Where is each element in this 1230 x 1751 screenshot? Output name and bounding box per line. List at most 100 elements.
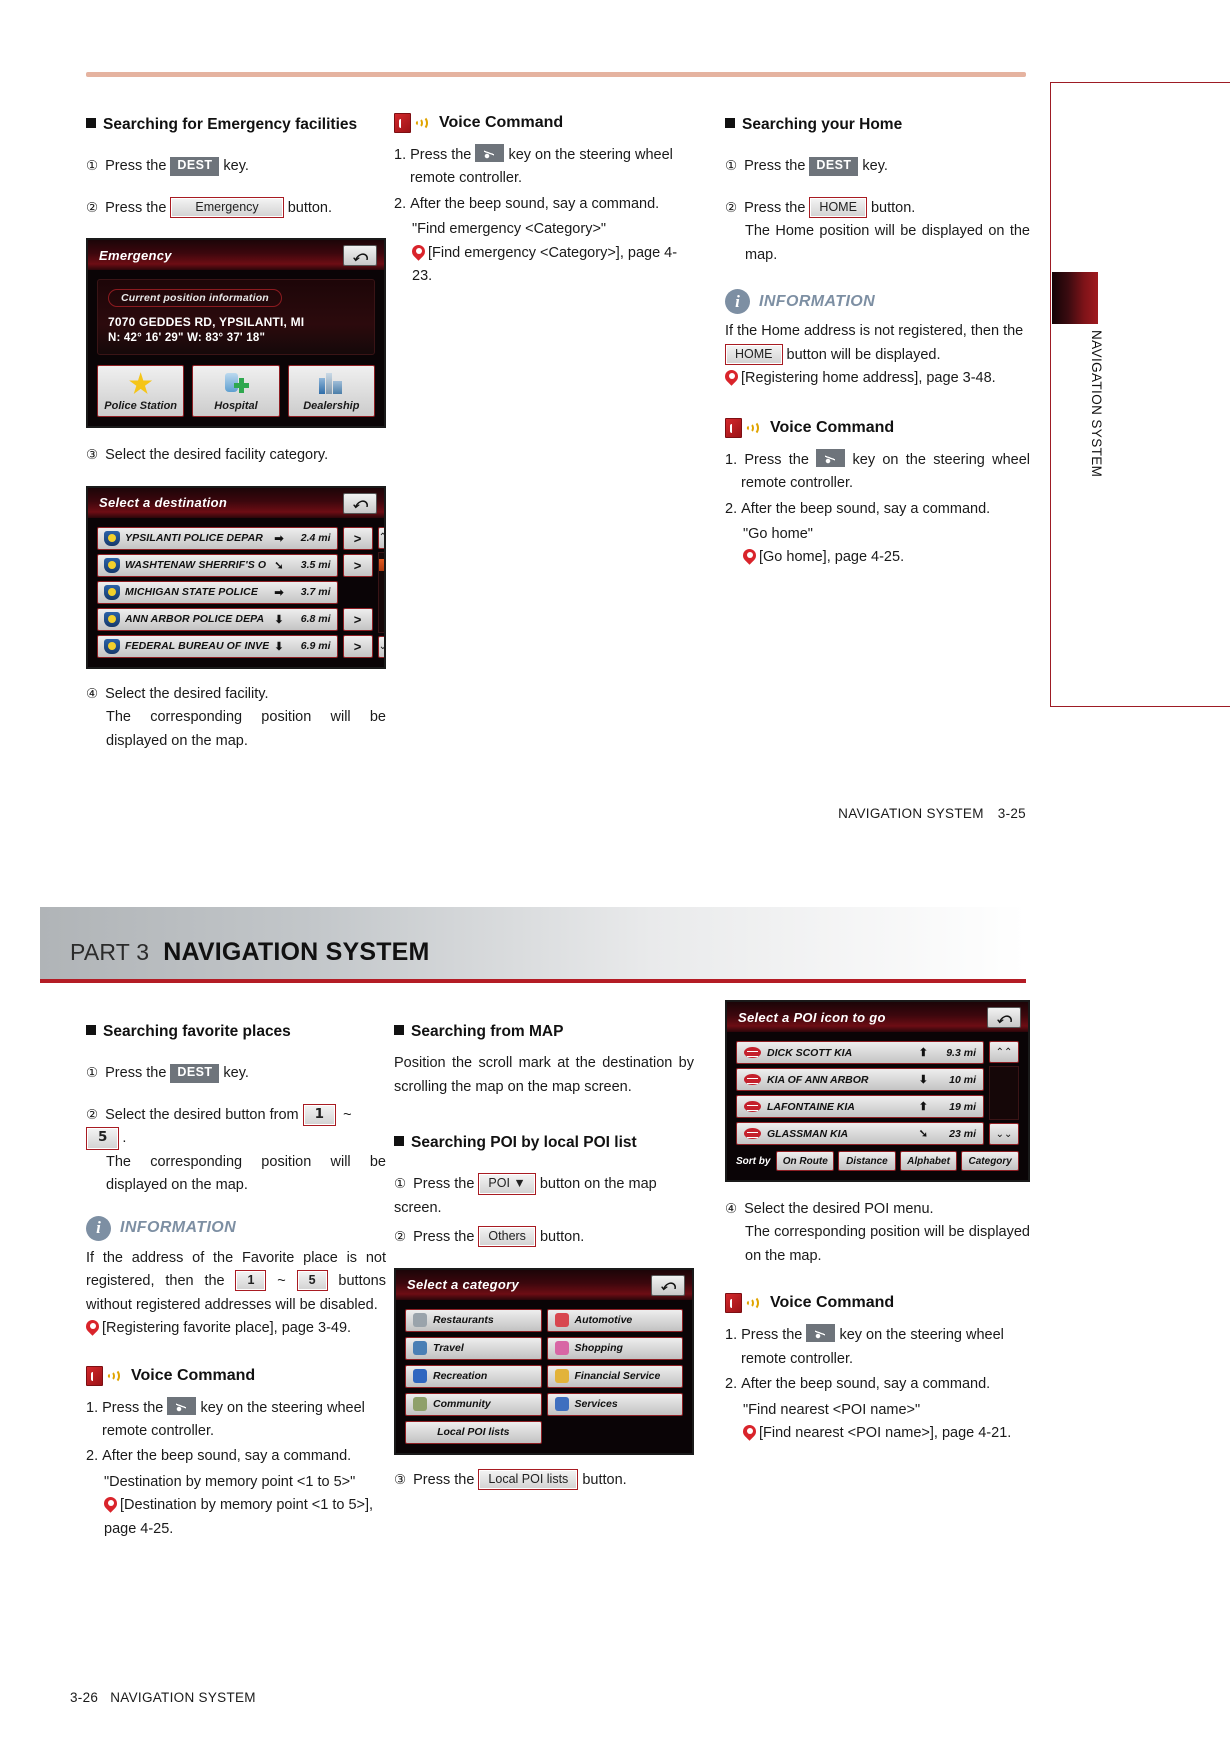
destination-item[interactable]: YPSILANTI POLICE DEPAR ➡ 2.4 mi — [97, 526, 338, 550]
category-services[interactable]: Services — [546, 1392, 683, 1416]
detail-next-button[interactable]: > — [342, 634, 373, 658]
sort-alphabet-button[interactable]: Alphabet — [899, 1151, 958, 1171]
list-item[interactable]: KIA OF ANN ARBOR ⬇ 10 mi — [736, 1068, 984, 1091]
voice-command-block-home: Voice Command 1. Press the key on the st… — [725, 417, 1030, 570]
list-item[interactable]: DICK SCOTT KIA ⬆ 9.3 mi — [736, 1041, 984, 1064]
step-number-2: ② — [725, 199, 738, 216]
information-text: If the Home address is not registered, t… — [725, 320, 1030, 367]
police-station-button[interactable]: Police Station — [97, 365, 185, 418]
scrollbar[interactable]: ⌃⌃ ⌄⌄ — [989, 1041, 1019, 1145]
poi-button-chip[interactable]: POI ▼ — [478, 1173, 536, 1195]
current-coordinates: N: 42° 16' 29" W: 83° 37' 18" — [108, 332, 266, 345]
heading-searching-emergency: Searching for Emergency facilities — [86, 115, 386, 135]
information-text: If the address of the Favorite place is … — [86, 1249, 386, 1313]
back-arrow-icon[interactable]: ⤺ — [987, 1007, 1021, 1028]
voice-command-reference: [Find emergency <Category>], page 4-23. — [412, 244, 678, 285]
home-button-chip[interactable]: HOME — [809, 196, 867, 218]
dealership-button[interactable]: Dealership — [287, 365, 375, 418]
side-tab-top-rule — [1050, 82, 1230, 83]
scroll-thumb[interactable] — [378, 558, 384, 571]
footer-page-number: 3-25 — [997, 806, 1026, 821]
voice-key-icon[interactable] — [475, 144, 505, 162]
voice-key-icon[interactable] — [167, 1396, 197, 1415]
memory-point-1-chip[interactable]: 1 — [302, 1103, 337, 1127]
step-number-1: ① — [725, 158, 738, 175]
dest-key-chip[interactable]: DEST — [170, 1064, 220, 1083]
category-travel[interactable]: Travel — [405, 1336, 542, 1360]
voice-command-icon — [725, 1292, 763, 1314]
information-block-favorite: i INFORMATION If the address of the Favo… — [86, 1215, 386, 1341]
scroll-track[interactable] — [989, 1066, 1019, 1120]
sort-distance-button[interactable]: Distance — [838, 1151, 896, 1171]
scrollbar[interactable]: ⌃⌃ ⌄⌄ — [377, 526, 384, 658]
table-row[interactable]: FEDERAL BUREAU OF INVE ⬇ 6.9 mi > — [97, 634, 373, 658]
category-local-poi-lists[interactable]: Local POI lists — [405, 1420, 542, 1444]
step-number-3: ③ — [86, 447, 99, 464]
sort-on-route-button[interactable]: On Route — [776, 1151, 835, 1171]
direction-arrow-icon: ⬇ — [274, 640, 284, 653]
back-arrow-icon[interactable]: ⤺ — [343, 492, 377, 514]
step-1-text: Press the — [105, 158, 167, 175]
scroll-up-button[interactable]: ⌃⌃ — [377, 526, 384, 549]
voice-command-icon — [725, 417, 763, 439]
poi-entry[interactable]: DICK SCOTT KIA ⬆ 9.3 mi — [736, 1041, 984, 1064]
footer-section: NAVIGATION SYSTEM — [110, 1690, 256, 1705]
sort-category-button[interactable]: Category — [961, 1151, 1020, 1171]
category-restaurants[interactable]: Restaurants — [405, 1308, 542, 1332]
memory-point-5-chip[interactable]: 5 — [296, 1270, 328, 1292]
manual-spread: NAVIGATION SYSTEM Searching for Emergenc… — [0, 0, 1230, 1751]
list-item[interactable]: LAFONTAINE KIA ⬆ 19 mi — [736, 1095, 984, 1118]
destination-item[interactable]: FEDERAL BUREAU OF INVE ⬇ 6.9 mi — [97, 634, 338, 658]
back-arrow-icon[interactable]: ⤺ — [343, 245, 377, 267]
emergency-button-chip[interactable]: Emergency — [170, 196, 284, 218]
voice-command-heading: Voice Command — [725, 1292, 1030, 1314]
list-item[interactable]: GLASSMAN KIA ➘ 23 mi — [736, 1122, 984, 1145]
destination-item[interactable]: ANN ARBOR POLICE DEPA ⬇ 6.8 mi — [97, 607, 338, 631]
step-number-1: ① — [86, 158, 99, 175]
category-community[interactable]: Community — [405, 1392, 542, 1416]
table-row[interactable]: ANN ARBOR POLICE DEPA ⬇ 6.8 mi > — [97, 607, 373, 631]
poi-entry[interactable]: KIA OF ANN ARBOR ⬇ 10 mi — [736, 1068, 984, 1091]
dealership-label: Dealership — [303, 400, 360, 413]
destination-item[interactable]: WASHTENAW SHERRIF'S O ➘ 3.5 mi — [97, 553, 338, 577]
current-position-pill: Current position information — [108, 289, 282, 308]
voice-key-icon[interactable] — [816, 448, 846, 467]
poi-step-3: ③ Press the Local POI lists button. — [394, 1468, 694, 1492]
category-automotive[interactable]: Automotive — [546, 1308, 683, 1332]
poi-entry[interactable]: LAFONTAINE KIA ⬆ 19 mi — [736, 1095, 984, 1118]
local-poi-lists-button-chip[interactable]: Local POI lists — [478, 1468, 579, 1490]
detail-next-button[interactable]: > — [342, 553, 373, 577]
vc-step-2: 2. After the beep sound, say a command. — [394, 195, 660, 212]
detail-next-button[interactable]: > — [342, 607, 373, 631]
table-row[interactable]: MICHIGAN STATE POLICE ➡ 3.7 mi — [97, 580, 373, 604]
hospital-button[interactable]: Hospital — [192, 365, 280, 418]
table-row[interactable]: YPSILANTI POLICE DEPAR ➡ 2.4 mi > — [97, 526, 373, 550]
detail-next-button[interactable]: > — [342, 526, 373, 550]
category-recreation[interactable]: Recreation — [405, 1364, 542, 1388]
scroll-down-button[interactable]: ⌄⌄ — [377, 635, 384, 658]
scroll-down-button[interactable]: ⌄⌄ — [989, 1123, 1019, 1145]
destination-item[interactable]: MICHIGAN STATE POLICE ➡ 3.7 mi — [97, 580, 338, 604]
p1-column-1: Searching for Emergency facilities ① Pre… — [86, 115, 386, 771]
back-arrow-icon[interactable]: ⤺ — [651, 1274, 685, 1296]
memory-point-1-chip[interactable]: 1 — [235, 1270, 267, 1292]
poi-step-4-subtext: The corresponding position will be displ… — [745, 1224, 1030, 1264]
scroll-up-button[interactable]: ⌃⌃ — [989, 1041, 1019, 1063]
info-icon: i — [86, 1215, 111, 1241]
category-financial-service[interactable]: Financial Service — [546, 1364, 683, 1388]
table-row[interactable]: WASHTENAW SHERRIF'S O ➘ 3.5 mi > — [97, 553, 373, 577]
voice-key-icon[interactable] — [806, 1324, 836, 1343]
poi-entry[interactable]: GLASSMAN KIA ➘ 23 mi — [736, 1122, 984, 1145]
step-2: ② Press the Emergency button. — [86, 196, 386, 220]
dest-key-chip[interactable]: DEST — [170, 157, 220, 176]
hospital-icon — [223, 372, 249, 396]
memory-point-5-chip[interactable]: 5 — [86, 1127, 120, 1150]
others-button-chip[interactable]: Others — [478, 1226, 536, 1248]
category-shopping[interactable]: Shopping — [546, 1336, 683, 1360]
scroll-track[interactable] — [377, 551, 384, 633]
direction-arrow-icon: ⬇ — [274, 613, 284, 626]
step-2-suffix: button. — [287, 199, 333, 216]
home-button-chip[interactable]: HOME — [725, 343, 783, 365]
dest-key-chip[interactable]: DEST — [809, 157, 859, 176]
part-banner-title: PART 3 NAVIGATION SYSTEM — [70, 938, 430, 967]
